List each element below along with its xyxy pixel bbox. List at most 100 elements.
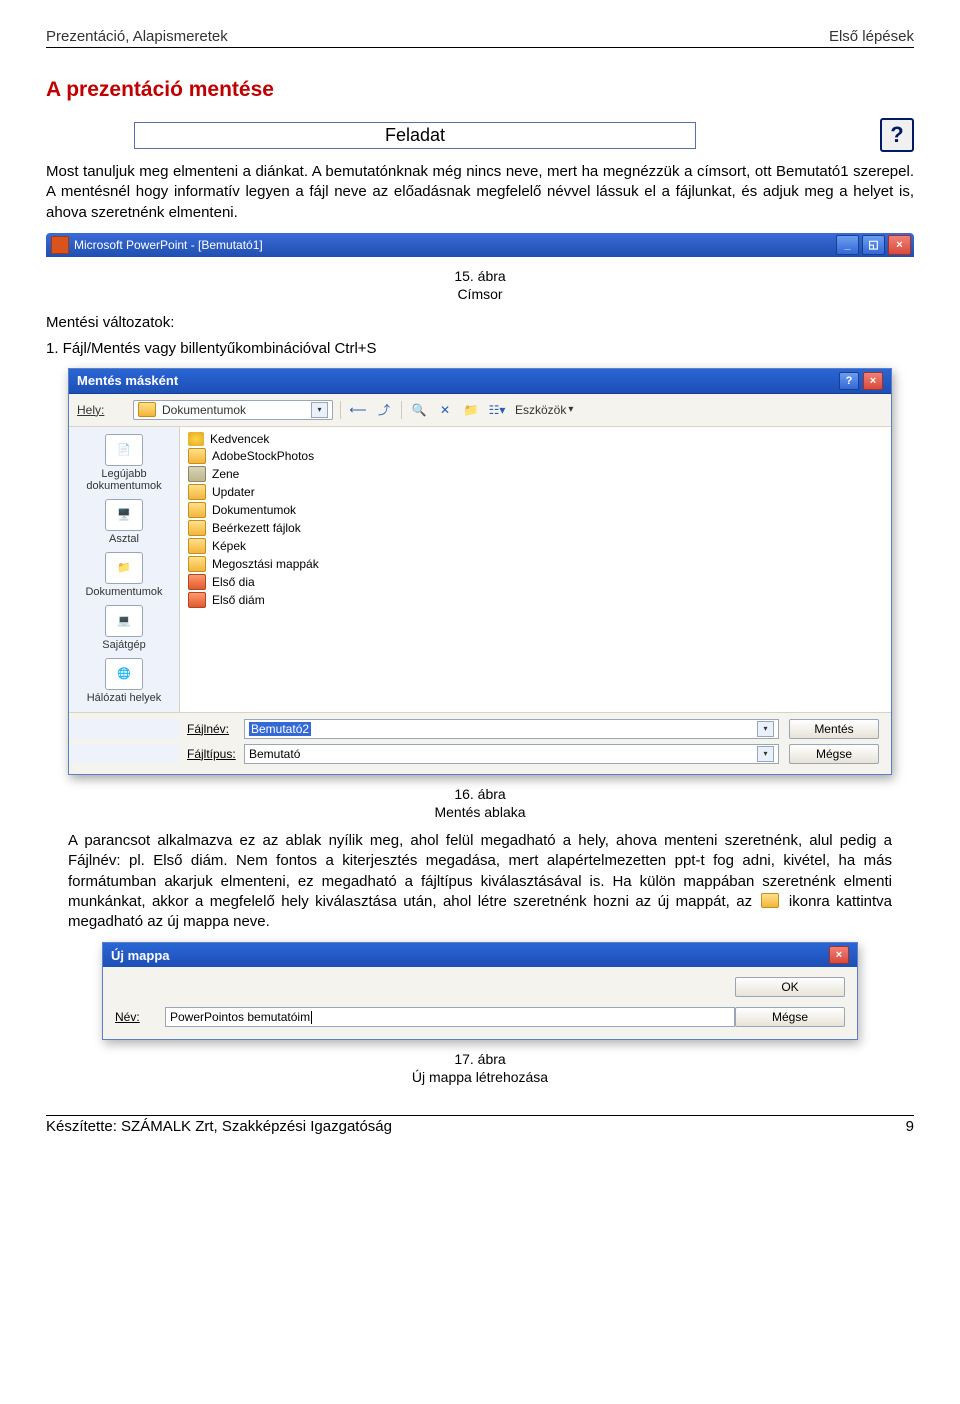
- place-label: Dokumentumok: [85, 586, 162, 598]
- new-folder-dialog: Új mappa × OK Név: PowerPointos bemutató…: [102, 942, 858, 1040]
- list-item: Megosztási mappák: [188, 555, 883, 573]
- save-dialog-toolbar: Hely: Dokumentumok ▾ ⟵ ⤴ 🔍 ✕ 📁 ☷▾ Eszköz…: [69, 394, 891, 427]
- figure-17-label: Új mappa létrehozása: [412, 1069, 548, 1085]
- views-icon[interactable]: ☷▾: [487, 400, 507, 420]
- file-name: Dokumentumok: [212, 503, 296, 517]
- footer-left: Készítette: SZÁMALK Zrt, Szakképzési Iga…: [46, 1118, 392, 1135]
- save-as-dialog: Mentés másként ? × Hely: Dokumentumok ▾ …: [68, 368, 892, 775]
- place-label: Legújabb dokumentumok: [86, 468, 161, 492]
- filetype-value: Bemutató: [249, 747, 300, 761]
- minimize-button[interactable]: _: [836, 235, 859, 255]
- file-name: Első diám: [212, 593, 265, 607]
- chevron-down-icon: ▾: [568, 404, 573, 415]
- figure-16-label: Mentés ablaka: [434, 804, 525, 820]
- file-name: Képek: [212, 539, 246, 553]
- powerpoint-titlebar: Microsoft PowerPoint - [Bemutató1] _ ◱ ×: [46, 233, 914, 257]
- chevron-down-icon: ▾: [311, 402, 328, 418]
- list-item: Kedvencek: [188, 431, 883, 447]
- list-item: Dokumentumok: [188, 501, 883, 519]
- delete-icon[interactable]: ✕: [435, 400, 455, 420]
- file-name: Első dia: [212, 575, 255, 589]
- new-folder-title: Új mappa: [111, 948, 170, 963]
- save-dialog-title: Mentés másként: [77, 373, 178, 388]
- search-icon[interactable]: 🔍: [409, 400, 429, 420]
- folder-icon: [188, 448, 206, 464]
- folder-name-field[interactable]: PowerPointos bemutatóim: [165, 1007, 735, 1027]
- folder-icon: [188, 502, 206, 518]
- tools-label: Eszközök: [515, 403, 566, 417]
- filename-field[interactable]: Bemutató2 ▾: [244, 719, 779, 739]
- figure-17-number: 17. ábra: [454, 1051, 505, 1067]
- chevron-down-icon: ▾: [757, 746, 774, 762]
- place-computer[interactable]: 💻Sajátgép: [73, 602, 175, 653]
- folder-icon: [138, 402, 156, 417]
- file-name: Kedvencek: [210, 432, 269, 446]
- paragraph-2: A parancsot alkalmazva ez az ablak nyíli…: [68, 831, 892, 932]
- ok-button[interactable]: OK: [735, 977, 845, 997]
- list-item-1: 1. Fájl/Mentés vagy billentyűkombinációv…: [46, 339, 914, 359]
- place-recent[interactable]: 📄Legújabb dokumentumok: [73, 431, 175, 494]
- folder-icon: [188, 484, 206, 500]
- new-folder-inline-icon: [761, 893, 779, 908]
- powerpoint-app-icon: [51, 236, 69, 254]
- caret-icon: [311, 1011, 312, 1024]
- task-label: Feladat: [385, 125, 445, 145]
- list-item: Első diám: [188, 591, 883, 609]
- place-documents[interactable]: 📁Dokumentumok: [73, 549, 175, 600]
- back-icon[interactable]: ⟵: [348, 400, 368, 420]
- filetype-dropdown[interactable]: Bemutató ▾: [244, 744, 779, 764]
- figure-15-number: 15. ábra: [454, 268, 505, 284]
- file-name: Beérkezett fájlok: [212, 521, 301, 535]
- name-label: Név:: [115, 1010, 165, 1024]
- dialog-close-button[interactable]: ×: [829, 946, 849, 964]
- favorites-icon: [188, 432, 204, 446]
- section-title: A prezentáció mentése: [46, 78, 914, 102]
- file-list[interactable]: Kedvencek AdobeStockPhotos Zene Updater …: [180, 427, 891, 712]
- file-name: Updater: [212, 485, 255, 499]
- place-desktop[interactable]: 🖥️Asztal: [73, 496, 175, 547]
- new-folder-icon[interactable]: 📁: [461, 400, 481, 420]
- file-name: Megosztási mappák: [212, 557, 319, 571]
- folder-icon: [188, 520, 206, 536]
- dialog-help-button[interactable]: ?: [839, 372, 859, 390]
- restore-button[interactable]: ◱: [862, 235, 885, 255]
- location-value: Dokumentumok: [162, 403, 246, 417]
- cancel-button[interactable]: Mégse: [735, 1007, 845, 1027]
- places-bar: 📄Legújabb dokumentumok 🖥️Asztal 📁Dokumen…: [69, 427, 180, 712]
- folder-name-value: PowerPointos bemutatóim: [170, 1010, 310, 1024]
- place-label: Sajátgép: [102, 639, 145, 651]
- chevron-down-icon: ▾: [757, 721, 774, 737]
- list-item: Zene: [188, 465, 883, 483]
- up-icon[interactable]: ⤴: [374, 400, 394, 420]
- list-item: Képek: [188, 537, 883, 555]
- ppt-file-icon: [188, 574, 206, 590]
- filetype-label: Fájltípus:: [179, 747, 244, 761]
- save-button[interactable]: Mentés: [789, 719, 879, 739]
- place-network[interactable]: 🌐Hálózati helyek: [73, 655, 175, 706]
- location-label: Hely:: [77, 403, 127, 417]
- cancel-button[interactable]: Mégse: [789, 744, 879, 764]
- dialog-close-button[interactable]: ×: [863, 372, 883, 390]
- figure-15-label: Címsor: [457, 286, 502, 302]
- help-glyph: ?: [890, 122, 903, 148]
- place-label: Hálózati helyek: [87, 692, 162, 704]
- folder-icon: [188, 556, 206, 572]
- list-item: AdobeStockPhotos: [188, 447, 883, 465]
- list-item: Első dia: [188, 573, 883, 591]
- header-left: Prezentáció, Alapismeretek: [46, 28, 228, 45]
- filename-label: Fájlnév:: [179, 722, 244, 736]
- file-name: Zene: [212, 467, 239, 481]
- filename-value: Bemutató2: [249, 722, 311, 736]
- ppt-file-icon: [188, 592, 206, 608]
- save-dialog-titlebar: Mentés másként ? ×: [69, 369, 891, 394]
- page-number: 9: [906, 1118, 914, 1135]
- tools-dropdown[interactable]: Eszközök ▾: [515, 403, 573, 417]
- archive-icon: [188, 466, 206, 482]
- location-dropdown[interactable]: Dokumentumok ▾: [133, 400, 333, 420]
- close-button[interactable]: ×: [888, 235, 911, 255]
- list-item: Beérkezett fájlok: [188, 519, 883, 537]
- task-frame: Feladat: [134, 122, 696, 149]
- new-folder-titlebar: Új mappa ×: [103, 943, 857, 967]
- file-name: AdobeStockPhotos: [212, 449, 314, 463]
- help-icon: ?: [880, 118, 914, 152]
